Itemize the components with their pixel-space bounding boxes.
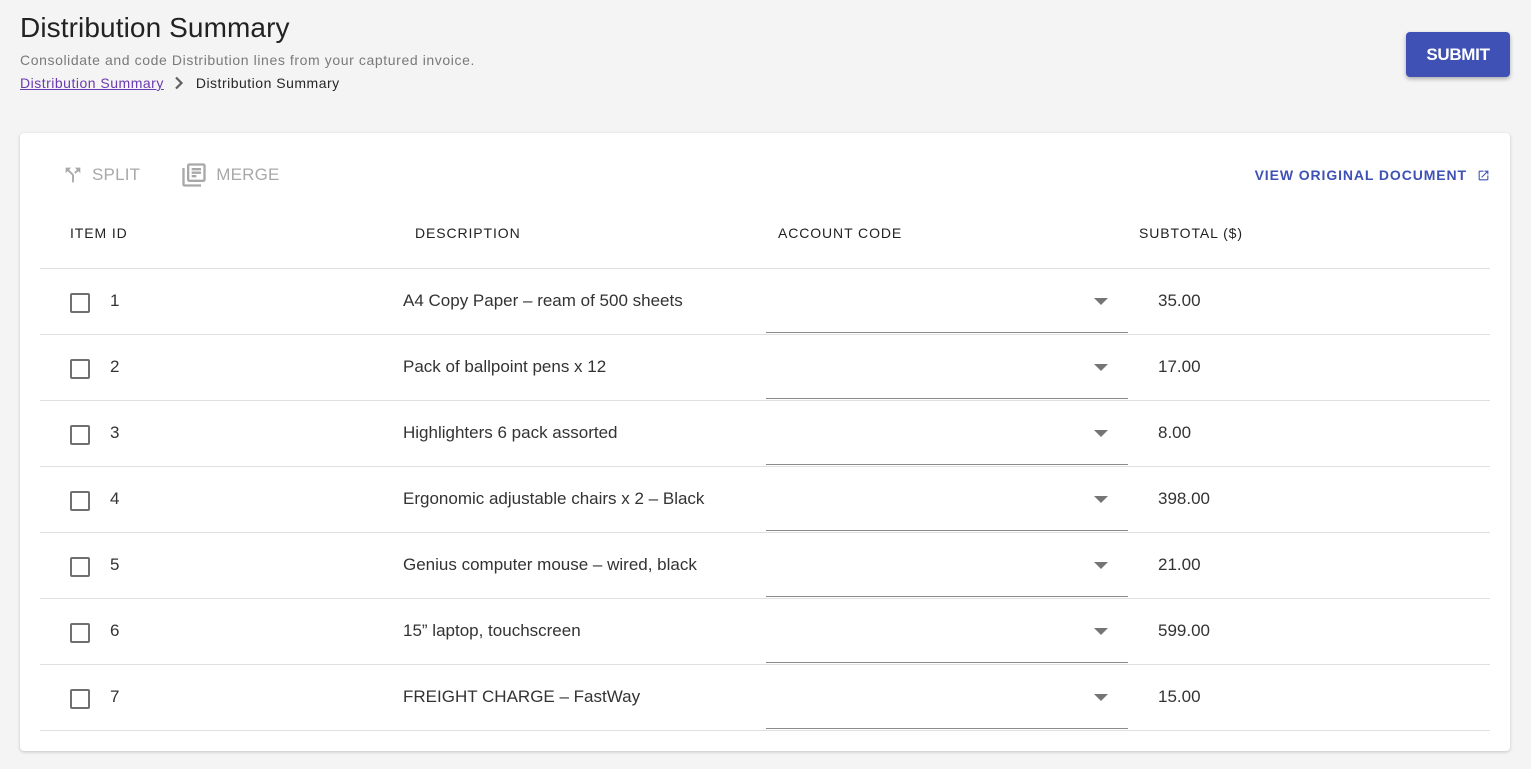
row-checkbox[interactable]	[70, 689, 90, 709]
column-header-account-code[interactable]: ACCOUNT CODE	[778, 225, 902, 241]
item-subtotal: 8.00	[1158, 423, 1192, 442]
account-code-select[interactable]	[766, 401, 1128, 465]
split-label: SPLIT	[92, 165, 141, 184]
chevron-right-icon	[174, 76, 184, 90]
item-subtotal: 17.00	[1158, 357, 1201, 376]
view-original-document-link[interactable]: VIEW ORIGINAL DOCUMENT	[1255, 167, 1490, 183]
item-description: FREIGHT CHARGE – FastWay	[403, 687, 641, 706]
row-checkbox[interactable]	[70, 623, 90, 643]
open-in-new-icon	[1478, 170, 1489, 180]
dropdown-arrow-icon	[1094, 430, 1108, 437]
page-header: Distribution Summary Consolidate and cod…	[20, 10, 475, 91]
account-code-select[interactable]	[766, 533, 1128, 597]
account-code-select[interactable]	[766, 599, 1128, 663]
table-row: 4 Ergonomic adjustable chairs x 2 – Blac…	[40, 467, 1490, 533]
item-subtotal: 21.00	[1158, 555, 1201, 574]
column-header-item-id[interactable]: ITEM ID	[70, 225, 128, 241]
row-checkbox[interactable]	[70, 359, 90, 379]
item-id: 5	[110, 555, 120, 574]
submit-button[interactable]: SUBMIT	[1406, 32, 1510, 77]
table-body: 1 A4 Copy Paper – ream of 500 sheets 35.…	[40, 269, 1490, 731]
table-row: 5 Genius computer mouse – wired, black 2…	[40, 533, 1490, 599]
item-id: 7	[110, 687, 120, 706]
column-header-description[interactable]: DESCRIPTION	[415, 225, 521, 241]
row-checkbox[interactable]	[70, 425, 90, 445]
dropdown-arrow-icon	[1094, 496, 1108, 503]
dropdown-arrow-icon	[1094, 562, 1108, 569]
account-code-select[interactable]	[766, 269, 1128, 333]
toolbar: SPLIT MERGE	[62, 161, 280, 189]
dropdown-arrow-icon	[1094, 694, 1108, 701]
row-checkbox[interactable]	[70, 293, 90, 313]
item-id: 4	[110, 489, 120, 508]
row-checkbox[interactable]	[70, 557, 90, 577]
page-title: Distribution Summary	[20, 12, 290, 43]
table-header: ITEM ID DESCRIPTION ACCOUNT CODE SUBTOTA…	[40, 199, 1490, 269]
breadcrumb-link[interactable]: Distribution Summary	[20, 75, 164, 91]
row-checkbox[interactable]	[70, 491, 90, 511]
item-description: A4 Copy Paper – ream of 500 sheets	[403, 291, 683, 310]
account-code-select[interactable]	[766, 335, 1128, 399]
account-code-select[interactable]	[766, 665, 1128, 729]
split-button[interactable]: SPLIT	[62, 164, 140, 186]
table-row: 3 Highlighters 6 pack assorted 8.00	[40, 401, 1490, 467]
view-original-document-label: VIEW ORIGINAL DOCUMENT	[1254, 167, 1467, 183]
distribution-table: ITEM ID DESCRIPTION ACCOUNT CODE SUBTOTA…	[40, 199, 1490, 731]
merge-label: MERGE	[216, 165, 280, 184]
breadcrumb: Distribution Summary Distribution Summar…	[20, 75, 475, 91]
item-id: 3	[110, 423, 120, 442]
item-description: 15” laptop, touchscreen	[403, 621, 581, 640]
merge-button[interactable]: MERGE	[180, 161, 279, 189]
dropdown-arrow-icon	[1094, 364, 1108, 371]
account-code-select[interactable]	[766, 467, 1128, 531]
item-subtotal: 599.00	[1158, 621, 1210, 640]
dropdown-arrow-icon	[1094, 628, 1108, 635]
item-subtotal: 35.00	[1158, 291, 1201, 310]
item-id: 6	[110, 621, 120, 640]
item-id: 1	[110, 291, 120, 310]
item-description: Highlighters 6 pack assorted	[403, 423, 618, 442]
item-subtotal: 15.00	[1158, 687, 1201, 706]
breadcrumb-current: Distribution Summary	[195, 75, 340, 91]
page-subtitle: Consolidate and code Distribution lines …	[20, 52, 475, 68]
table-row: 1 A4 Copy Paper – ream of 500 sheets 35.…	[40, 269, 1490, 335]
item-subtotal: 398.00	[1158, 489, 1210, 508]
call-split-icon	[65, 167, 81, 183]
distribution-card: SPLIT MERGE VIEW ORIGINAL DOCUMENT ITEM …	[20, 133, 1510, 751]
item-description: Pack of ballpoint pens x 12	[403, 357, 607, 376]
column-header-subtotal[interactable]: SUBTOTAL ($)	[1139, 225, 1243, 241]
dropdown-arrow-icon	[1094, 298, 1108, 305]
table-row: 7 FREIGHT CHARGE – FastWay 15.00	[40, 665, 1490, 731]
item-id: 2	[110, 357, 120, 376]
table-row: 2 Pack of ballpoint pens x 12 17.00	[40, 335, 1490, 401]
item-description: Genius computer mouse – wired, black	[403, 555, 697, 574]
table-row: 6 15” laptop, touchscreen 599.00	[40, 599, 1490, 665]
item-description: Ergonomic adjustable chairs x 2 – Black	[403, 489, 705, 508]
library-books-icon	[182, 163, 206, 187]
